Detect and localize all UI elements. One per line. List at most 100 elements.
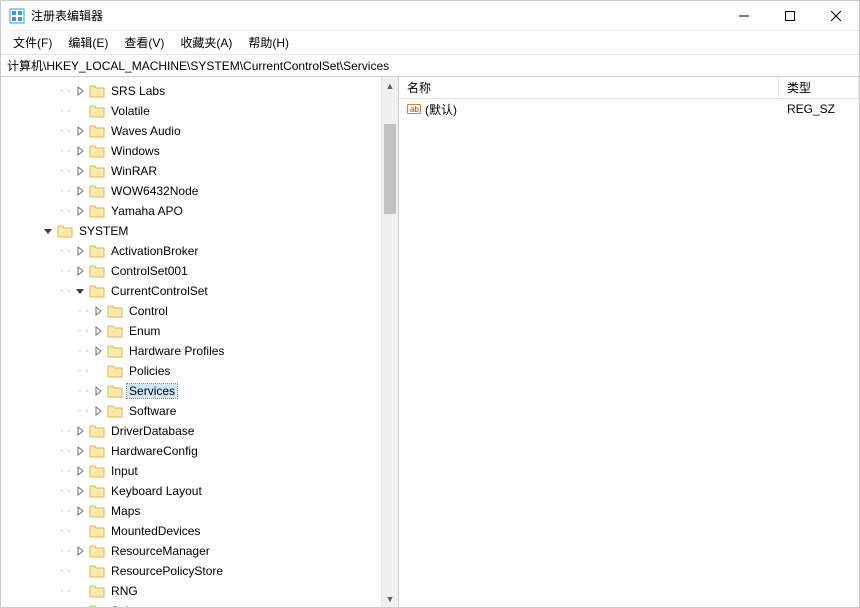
- chevron-right-icon[interactable]: [91, 384, 105, 398]
- value-row[interactable]: ab (默认) REG_SZ: [399, 99, 859, 119]
- chevron-right-icon[interactable]: [73, 504, 87, 518]
- tree-item[interactable]: ·· Keyboard Layout: [1, 481, 381, 501]
- chevron-right-icon[interactable]: [73, 144, 87, 158]
- tree-item-label: Input: [109, 464, 140, 478]
- folder-icon: [89, 204, 105, 218]
- column-name[interactable]: 名称: [399, 77, 779, 98]
- chevron-right-icon[interactable]: [73, 464, 87, 478]
- tree-item[interactable]: ·· SRS Labs: [1, 81, 381, 101]
- tree-item[interactable]: ·· WOW6432Node: [1, 181, 381, 201]
- chevron-right-icon[interactable]: [91, 324, 105, 338]
- tree-item-label: SYSTEM: [77, 224, 130, 238]
- tree-item[interactable]: ·· Windows: [1, 141, 381, 161]
- string-value-icon: ab: [407, 102, 421, 116]
- tree-item[interactable]: ·· Input: [1, 461, 381, 481]
- tree-item[interactable]: ·· RNG: [1, 581, 381, 601]
- tree-item[interactable]: ·· Waves Audio: [1, 121, 381, 141]
- minimize-button[interactable]: [721, 1, 767, 30]
- tree-connector: ··: [77, 386, 91, 397]
- chevron-right-icon[interactable]: [73, 484, 87, 498]
- chevron-right-icon[interactable]: [73, 164, 87, 178]
- scroll-track[interactable]: [382, 94, 398, 590]
- menu-help[interactable]: 帮助(H): [242, 32, 295, 53]
- main-area: ·· SRS Labs·· Volatile·· Waves Audio·· W…: [1, 77, 859, 607]
- tree-item[interactable]: ·· Services: [1, 381, 381, 401]
- chevron-right-icon[interactable]: [91, 304, 105, 318]
- tree-connector: ··: [59, 186, 73, 197]
- chevron-down-icon[interactable]: [73, 284, 87, 298]
- tree-item[interactable]: ·· Software: [1, 401, 381, 421]
- menu-file[interactable]: 文件(F): [7, 32, 58, 53]
- tree-connector: ··: [77, 326, 91, 337]
- chevron-right-icon[interactable]: [73, 204, 87, 218]
- tree-item[interactable]: ·· Hardware Profiles: [1, 341, 381, 361]
- chevron-right-icon[interactable]: [91, 344, 105, 358]
- scroll-thumb[interactable]: [384, 124, 396, 214]
- tree-item-label: WinRAR: [109, 164, 159, 178]
- tree-item[interactable]: ·· CurrentControlSet: [1, 281, 381, 301]
- tree-item[interactable]: ·· ResourceManager: [1, 541, 381, 561]
- chevron-right-icon[interactable]: [73, 444, 87, 458]
- menu-favorites[interactable]: 收藏夹(A): [174, 32, 238, 53]
- chevron-right-icon[interactable]: [91, 404, 105, 418]
- menubar: 文件(F) 编辑(E) 查看(V) 收藏夹(A) 帮助(H): [1, 31, 859, 55]
- tree-item-label: HardwareConfig: [109, 444, 200, 458]
- tree-view[interactable]: ·· SRS Labs·· Volatile·· Waves Audio·· W…: [1, 77, 381, 607]
- tree-item[interactable]: ·· DriverDatabase: [1, 421, 381, 441]
- tree-item-label: Software: [127, 404, 178, 418]
- svg-text:ab: ab: [410, 105, 419, 114]
- chevron-right-icon[interactable]: [73, 84, 87, 98]
- chevron-right-icon[interactable]: [73, 244, 87, 258]
- tree-item[interactable]: ·· Policies: [1, 361, 381, 381]
- folder-icon: [107, 404, 123, 418]
- values-list[interactable]: ab (默认) REG_SZ: [399, 99, 859, 607]
- chevron-right-icon[interactable]: [73, 184, 87, 198]
- tree-item[interactable]: ·· ControlSet001: [1, 261, 381, 281]
- tree-connector: ··: [59, 286, 73, 297]
- tree-connector: ··: [59, 166, 73, 177]
- tree-item[interactable]: ·· ActivationBroker: [1, 241, 381, 261]
- folder-icon: [89, 484, 105, 498]
- column-type[interactable]: 类型: [779, 77, 859, 98]
- tree-item[interactable]: SYSTEM: [1, 221, 381, 241]
- tree-item[interactable]: ·· Select: [1, 601, 381, 607]
- tree-item[interactable]: ·· Yamaha APO: [1, 201, 381, 221]
- tree-item[interactable]: ·· ResourcePolicyStore: [1, 561, 381, 581]
- tree-connector: ··: [59, 566, 73, 577]
- values-header: 名称 类型: [399, 77, 859, 99]
- tree-item[interactable]: ·· Enum: [1, 321, 381, 341]
- scroll-up-button[interactable]: ▲: [382, 77, 398, 94]
- value-type: REG_SZ: [787, 102, 835, 116]
- window-title: 注册表编辑器: [31, 7, 721, 24]
- tree-item[interactable]: ·· Maps: [1, 501, 381, 521]
- folder-icon: [107, 304, 123, 318]
- chevron-right-icon[interactable]: [73, 124, 87, 138]
- tree-item-label: Hardware Profiles: [127, 344, 226, 358]
- tree-item-label: Waves Audio: [109, 124, 183, 138]
- tree-connector: ··: [59, 546, 73, 557]
- tree-connector: ··: [59, 266, 73, 277]
- address-bar[interactable]: 计算机\HKEY_LOCAL_MACHINE\SYSTEM\CurrentCon…: [1, 55, 859, 77]
- chevron-right-icon[interactable]: [73, 264, 87, 278]
- tree-item[interactable]: ·· MountedDevices: [1, 521, 381, 541]
- tree-connector: ··: [59, 506, 73, 517]
- scroll-down-button[interactable]: ▼: [382, 590, 398, 607]
- menu-edit[interactable]: 编辑(E): [62, 32, 114, 53]
- tree-connector: ··: [77, 306, 91, 317]
- folder-icon: [107, 344, 123, 358]
- tree-item[interactable]: ·· Control: [1, 301, 381, 321]
- folder-icon: [89, 184, 105, 198]
- menu-view[interactable]: 查看(V): [118, 32, 170, 53]
- chevron-down-icon[interactable]: [41, 224, 55, 238]
- maximize-button[interactable]: [767, 1, 813, 30]
- tree-item-label: Volatile: [109, 104, 152, 118]
- tree-item[interactable]: ·· HardwareConfig: [1, 441, 381, 461]
- chevron-right-icon[interactable]: [73, 424, 87, 438]
- tree-item[interactable]: ·· Volatile: [1, 101, 381, 121]
- close-button[interactable]: [813, 1, 859, 30]
- tree-item[interactable]: ·· WinRAR: [1, 161, 381, 181]
- tree-item-label: SRS Labs: [109, 84, 167, 98]
- tree-item-label: Enum: [127, 324, 162, 338]
- chevron-right-icon[interactable]: [73, 544, 87, 558]
- tree-scrollbar[interactable]: ▲ ▼: [381, 77, 398, 607]
